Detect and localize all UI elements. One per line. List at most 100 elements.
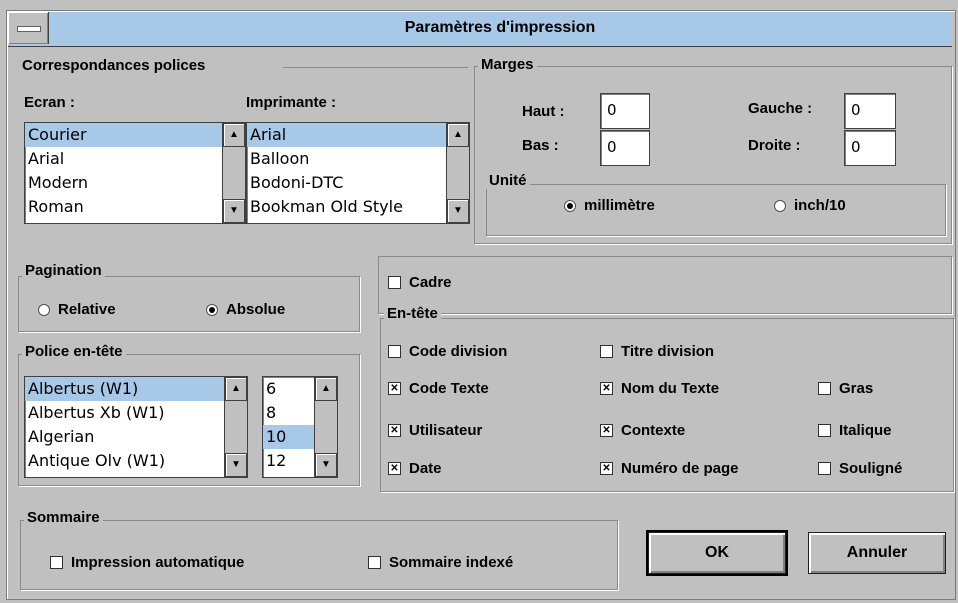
nom-texte-label: Nom du Texte: [621, 380, 720, 397]
header-label: En-tête: [384, 305, 441, 322]
contexte-checkbox[interactable]: ✕ Contexte: [600, 422, 685, 439]
printer-fonts-list[interactable]: Arial Balloon Bodoni-DTC Bookman Old Sty…: [246, 122, 470, 224]
list-item[interactable]: Albertus (W1): [25, 377, 247, 401]
pagination-relative-radio[interactable]: Relative: [38, 301, 116, 318]
scroll-up-icon[interactable]: ▲: [315, 377, 337, 401]
indexed-summary-checkbox[interactable]: Sommaire indexé: [368, 554, 513, 571]
checkbox-icon: [388, 345, 401, 358]
pagination-absolute-label: Absolue: [226, 301, 286, 318]
contexte-label: Contexte: [621, 422, 686, 439]
check-icon: ✕: [600, 424, 613, 437]
code-texte-label: Code Texte: [409, 380, 489, 397]
frame-group: [378, 256, 952, 314]
indexed-summary-label: Sommaire indexé: [389, 554, 514, 571]
scrollbar[interactable]: ▲ ▼: [314, 377, 337, 477]
scroll-up-icon[interactable]: ▲: [225, 377, 247, 401]
code-division-label: Code division: [409, 343, 508, 360]
check-icon: ✕: [600, 382, 613, 395]
header-font-list[interactable]: Albertus (W1) Albertus Xb (W1) Algerian …: [24, 376, 248, 478]
radio-icon: [564, 199, 576, 212]
scroll-up-icon[interactable]: ▲: [447, 123, 469, 147]
top-margin-input[interactable]: 0: [600, 93, 650, 129]
list-item[interactable]: Balloon: [247, 147, 469, 171]
screen-fonts-list[interactable]: Courier Arial Modern Roman ▲ ▼: [24, 122, 246, 224]
margins-label: Marges: [478, 56, 537, 73]
scroll-up-icon[interactable]: ▲: [223, 123, 245, 147]
titre-division-checkbox[interactable]: Titre division: [600, 343, 714, 360]
unit-mm-label: millimètre: [584, 197, 655, 214]
italique-label: Italique: [839, 422, 892, 439]
list-item[interactable]: Antique Olv (W1): [25, 449, 247, 473]
titre-division-label: Titre division: [621, 343, 715, 360]
left-margin-input[interactable]: 0: [844, 93, 896, 129]
screen-label: Ecran :: [24, 94, 75, 111]
bottom-margin-label: Bas :: [522, 137, 559, 154]
numero-page-label: Numéro de page: [621, 460, 739, 477]
list-item[interactable]: Bookman Old Style: [247, 195, 469, 219]
right-margin-label: Droite :: [748, 137, 801, 154]
window-title: Paramètres d'impression: [404, 19, 596, 36]
header-font-label: Police en-tête: [22, 343, 126, 360]
date-label: Date: [409, 460, 442, 477]
date-checkbox[interactable]: ✕ Date: [388, 460, 442, 477]
list-item[interactable]: Courier: [25, 123, 245, 147]
printer-label: Imprimante :: [246, 94, 337, 111]
list-item[interactable]: Algerian: [25, 425, 247, 449]
checkbox-icon: [368, 556, 381, 569]
scrollbar[interactable]: ▲ ▼: [222, 123, 245, 223]
scrollbar[interactable]: ▲ ▼: [224, 377, 247, 477]
unit-inch-radio[interactable]: inch/10: [774, 197, 846, 214]
top-margin-label: Haut :: [522, 103, 565, 120]
left-margin-label: Gauche :: [748, 100, 813, 117]
unit-mm-radio[interactable]: millimètre: [564, 197, 655, 214]
radio-icon: [38, 303, 50, 316]
list-item[interactable]: Roman: [25, 195, 245, 219]
checkbox-icon: [388, 276, 401, 289]
header-size-list[interactable]: 6 8 10 12 ▲ ▼: [262, 376, 338, 478]
unit-inch-label: inch/10: [794, 197, 846, 214]
utilisateur-checkbox[interactable]: ✕ Utilisateur: [388, 422, 482, 439]
gras-checkbox[interactable]: Gras: [818, 380, 873, 397]
list-item[interactable]: Arial: [247, 123, 469, 147]
bottom-margin-input[interactable]: 0: [600, 130, 650, 166]
frame-label: Cadre: [409, 274, 452, 291]
auto-print-checkbox[interactable]: Impression automatique: [50, 554, 244, 571]
checkbox-icon: [818, 382, 831, 395]
code-division-checkbox[interactable]: Code division: [388, 343, 507, 360]
check-icon: ✕: [388, 462, 401, 475]
checkbox-icon: [818, 462, 831, 475]
pagination-absolute-radio[interactable]: Absolue: [206, 301, 285, 318]
pagination-relative-label: Relative: [58, 301, 116, 318]
checkbox-icon: [818, 424, 831, 437]
radio-icon: [774, 199, 786, 212]
italique-checkbox[interactable]: Italique: [818, 422, 892, 439]
list-item[interactable]: Bodoni-DTC: [247, 171, 469, 195]
check-icon: ✕: [388, 424, 401, 437]
ok-button[interactable]: OK: [646, 530, 788, 576]
souligne-checkbox[interactable]: Souligné: [818, 460, 902, 477]
list-item[interactable]: Modern: [25, 171, 245, 195]
cancel-button[interactable]: Annuler: [808, 532, 946, 574]
scrollbar[interactable]: ▲ ▼: [446, 123, 469, 223]
fonts-mapping-label: Correspondances polices: [22, 57, 206, 74]
list-item[interactable]: Albertus Xb (W1): [25, 401, 247, 425]
souligne-label: Souligné: [839, 460, 903, 477]
numero-page-checkbox[interactable]: ✕ Numéro de page: [600, 460, 739, 477]
frame-checkbox[interactable]: Cadre: [388, 274, 452, 291]
checkbox-icon: [600, 345, 613, 358]
list-item[interactable]: Arial: [25, 147, 245, 171]
scroll-down-icon[interactable]: ▼: [223, 199, 245, 223]
gras-label: Gras: [839, 380, 874, 397]
check-icon: ✕: [388, 382, 401, 395]
scroll-down-icon[interactable]: ▼: [315, 453, 337, 477]
code-texte-checkbox[interactable]: ✕ Code Texte: [388, 380, 489, 397]
right-margin-input[interactable]: 0: [844, 130, 896, 166]
scroll-down-icon[interactable]: ▼: [225, 453, 247, 477]
summary-label: Sommaire: [24, 509, 103, 526]
scroll-down-icon[interactable]: ▼: [447, 199, 469, 223]
system-menu-icon[interactable]: [8, 12, 49, 44]
pagination-label: Pagination: [22, 262, 105, 279]
unit-label: Unité: [486, 172, 530, 189]
nom-texte-checkbox[interactable]: ✕ Nom du Texte: [600, 380, 719, 397]
unit-group: [486, 184, 946, 236]
